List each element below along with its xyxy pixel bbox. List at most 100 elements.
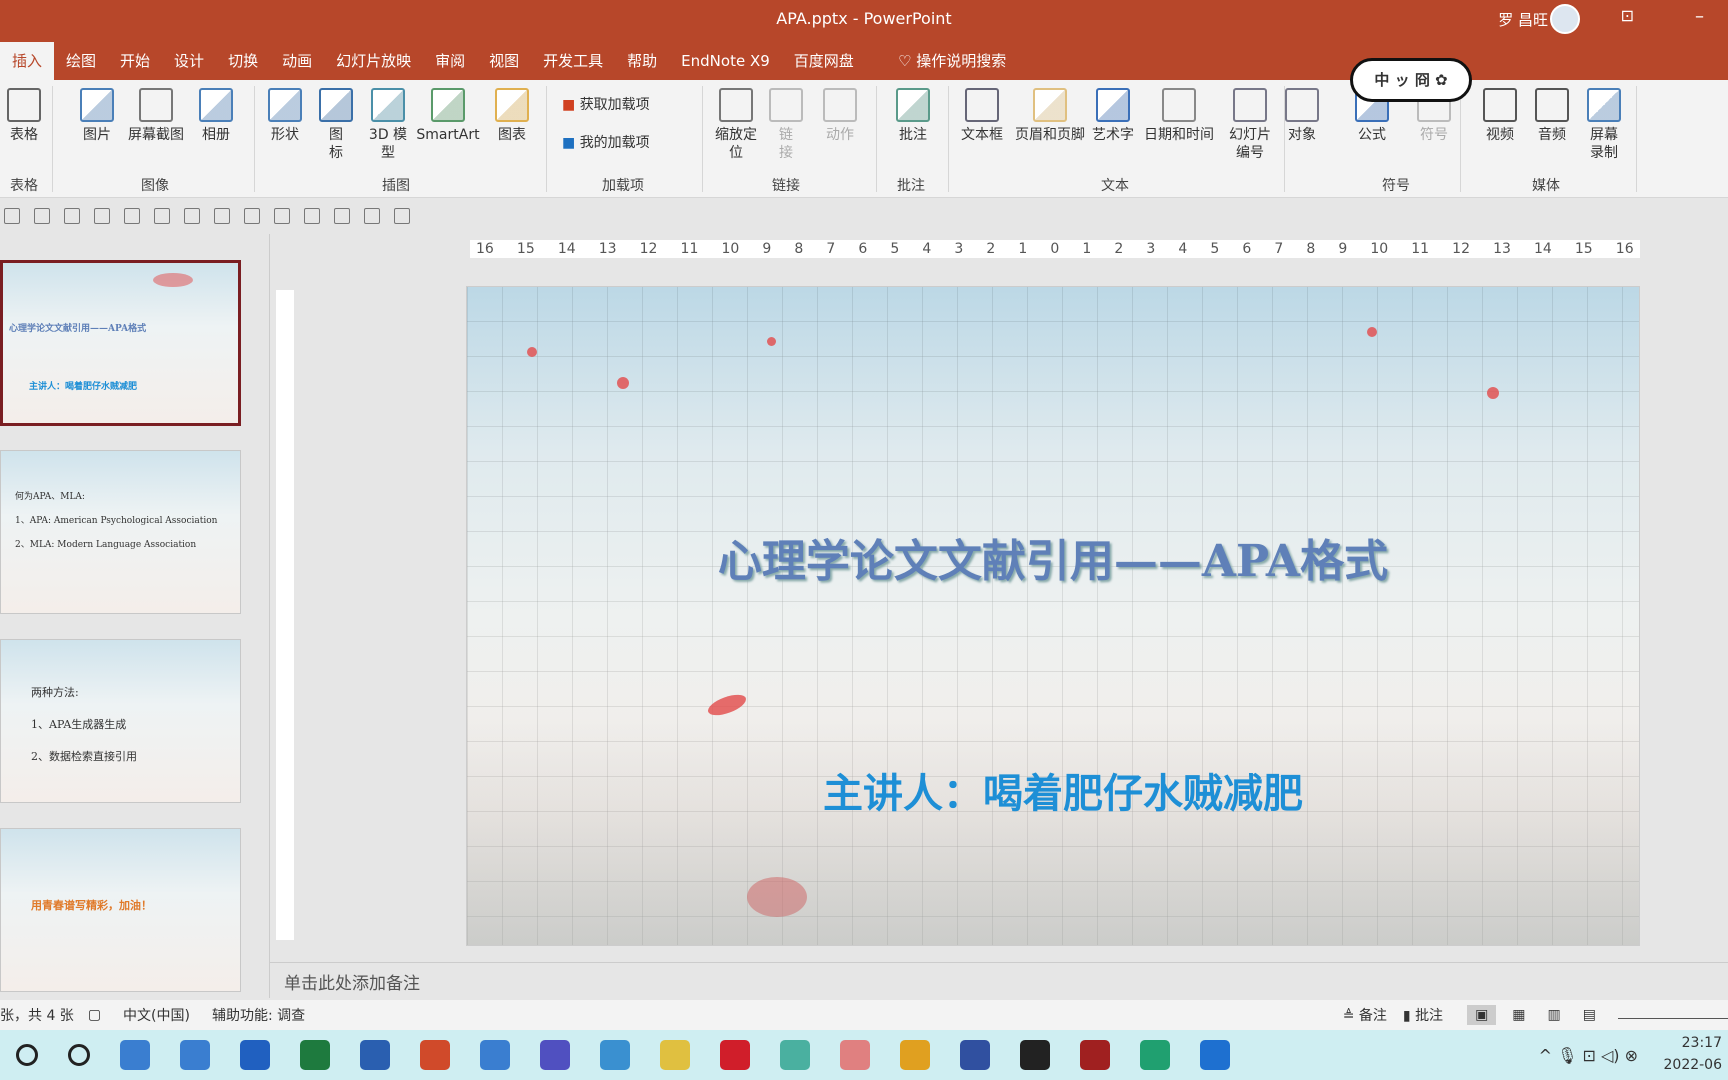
clock[interactable]: 23:17 2022-06 — [1664, 1032, 1723, 1076]
ribbon-button-17[interactable]: 幻灯片 编号 — [1222, 88, 1278, 162]
mathtype-icon[interactable] — [480, 1040, 510, 1070]
tab-10[interactable]: 帮助 — [615, 42, 669, 80]
ruler-tick: 3 — [1146, 241, 1156, 257]
thumbnail-slide-3[interactable]: 两种方法: 1、APA生成器生成 2、数据检索直接引用 — [0, 639, 241, 803]
tab-9[interactable]: 开发工具 — [531, 42, 615, 80]
tab-6[interactable]: 幻灯片放映 — [324, 42, 423, 80]
system-tray-icons[interactable]: ^ 🎙 ⊡ ◁) ⊗ — [1539, 1046, 1638, 1065]
quick-access-icon[interactable] — [4, 208, 20, 224]
user-name[interactable]: 罗 昌旺 — [1498, 9, 1548, 30]
tab-7[interactable]: 审阅 — [423, 42, 477, 80]
mplus-icon[interactable] — [960, 1040, 990, 1070]
slide-canvas[interactable]: 心理学论文文献引用——APA格式 主讲人：喝着肥仔水贼减肥 — [466, 286, 1640, 946]
quick-access-icon[interactable] — [304, 208, 320, 224]
quick-access-icon[interactable] — [184, 208, 200, 224]
tab-2[interactable]: 开始 — [108, 42, 162, 80]
tab-8[interactable]: 视图 — [477, 42, 531, 80]
k-app-icon[interactable] — [1200, 1040, 1230, 1070]
ribbon-button-1[interactable]: 图片 — [76, 88, 118, 144]
powerpoint-icon[interactable] — [420, 1040, 450, 1070]
normal-view-button[interactable]: ▣ — [1467, 1005, 1497, 1025]
ribbon-button-18[interactable]: 对象 — [1280, 88, 1324, 144]
zoom-slider[interactable] — [1618, 1011, 1728, 1019]
tab-12[interactable]: 百度网盘 — [782, 42, 866, 80]
quick-access-icon[interactable] — [214, 208, 230, 224]
ribbon-button-21[interactable]: 视频 — [1478, 88, 1522, 144]
minimize-button[interactable]: – — [1695, 6, 1704, 27]
quick-access-icon[interactable] — [34, 208, 50, 224]
pdf-icon[interactable] — [840, 1040, 870, 1070]
quick-access-icon[interactable] — [394, 208, 410, 224]
zotero-icon[interactable] — [1080, 1040, 1110, 1070]
ribbon-button-15[interactable]: 艺术字 — [1090, 88, 1136, 144]
chrome-icon[interactable] — [900, 1040, 930, 1070]
origin-icon[interactable] — [540, 1040, 570, 1070]
notes-toggle[interactable]: ≜ 备注 — [1343, 1005, 1387, 1025]
tab-1[interactable]: 绘图 — [54, 42, 108, 80]
quick-access-icon[interactable] — [334, 208, 350, 224]
ribbon-button-0[interactable]: 表格 — [2, 88, 46, 144]
ribbon-button-label: 日期和时间 — [1144, 127, 1214, 143]
photos-icon[interactable] — [120, 1040, 150, 1070]
inkscape-icon[interactable] — [1020, 1040, 1050, 1070]
search-icon[interactable] — [16, 1044, 38, 1066]
tab-4[interactable]: 切换 — [216, 42, 270, 80]
slide-subtitle[interactable]: 主讲人：喝着肥仔水贼减肥 — [467, 761, 1639, 819]
ribbon-button-9[interactable]: 缩放定位 — [708, 88, 764, 162]
python-icon[interactable] — [660, 1040, 690, 1070]
ribbon-button-11[interactable]: 动作 — [818, 88, 862, 144]
sway-icon[interactable] — [240, 1040, 270, 1070]
ribbon-button-23[interactable]: 屏幕 录制 — [1582, 88, 1626, 162]
magnifier-icon[interactable] — [600, 1040, 630, 1070]
thumbnail-slide-2[interactable]: 何为APA、MLA: 1、APA: American Psychological… — [0, 450, 241, 614]
quick-access-icon[interactable] — [94, 208, 110, 224]
word-icon[interactable] — [360, 1040, 390, 1070]
addin-button-0[interactable]: ■ 获取加载项 — [562, 96, 650, 114]
youdao-icon[interactable] — [720, 1040, 750, 1070]
ribbon-button-6[interactable]: 3D 模型 — [366, 88, 410, 162]
ribbon-button-13[interactable]: 文本框 — [958, 88, 1006, 144]
tab-3[interactable]: 设计 — [162, 42, 216, 80]
ribbon-button-2[interactable]: 屏幕截图 — [122, 88, 190, 144]
thumbnail-slide-4[interactable]: 用青春谱写精彩，加油！ — [0, 828, 241, 992]
excel-icon[interactable] — [300, 1040, 330, 1070]
ribbon-button-16[interactable]: 日期和时间 — [1140, 88, 1218, 144]
quick-access-icon[interactable] — [364, 208, 380, 224]
avatar[interactable] — [1550, 4, 1580, 34]
thumbnail-slide-1[interactable]: 心理学论文文献引用——APA格式 主讲人：喝着肥仔水贼减肥 — [0, 260, 241, 426]
tab-0[interactable]: 插入 — [0, 42, 55, 80]
ribbon-button-10[interactable]: 链接 — [768, 88, 804, 162]
slide-sorter-button[interactable]: ▦ — [1512, 1007, 1525, 1023]
quick-access-icon[interactable] — [244, 208, 260, 224]
slide-title[interactable]: 心理学论文文献引用——APA格式 — [467, 525, 1639, 589]
tell-me-search[interactable]: ♡ 操作说明搜索 — [898, 50, 1006, 71]
ribbon-button-5[interactable]: 图标 — [318, 88, 354, 162]
ribbon-button-14[interactable]: 页眉和页脚 — [1012, 88, 1088, 144]
quick-access-icon[interactable] — [154, 208, 170, 224]
ribbon-button-4[interactable]: 形状 — [262, 88, 308, 144]
ribbon-button-7[interactable]: SmartArt — [410, 88, 486, 144]
quick-access-icon[interactable] — [64, 208, 80, 224]
spell-check-icon[interactable]: ▢ — [88, 1007, 101, 1023]
accessibility-status[interactable]: 辅助功能: 调查 — [212, 1005, 305, 1025]
comments-toggle[interactable]: ▮ 批注 — [1403, 1005, 1443, 1025]
ribbon-button-3[interactable]: 相册 — [195, 88, 237, 144]
ribbon-button-12[interactable]: 批注 — [890, 88, 936, 144]
notes-pane[interactable]: 单击此处添加备注 — [270, 962, 1728, 998]
ribbon-button-22[interactable]: 音频 — [1530, 88, 1574, 144]
tab-5[interactable]: 动画 — [270, 42, 324, 80]
reading-view-button[interactable]: ▥ — [1548, 1007, 1561, 1023]
addin-button-1[interactable]: ■ 我的加载项 — [562, 134, 650, 152]
language[interactable]: 中文(中国) — [123, 1005, 190, 1025]
tab-11[interactable]: EndNote X9 — [669, 42, 782, 80]
quick-access-icon[interactable] — [274, 208, 290, 224]
restore-icon[interactable]: ⊡ — [1621, 6, 1634, 25]
slideshow-button[interactable]: ▤ — [1583, 1007, 1596, 1023]
floating-widget[interactable]: 中 ッ 冏 ✿ — [1350, 58, 1472, 102]
ribbon-button-8[interactable]: 图表 — [492, 88, 532, 144]
remote-icon[interactable] — [180, 1040, 210, 1070]
quick-access-icon[interactable] — [124, 208, 140, 224]
task-view-icon[interactable] — [68, 1044, 90, 1066]
app-icon[interactable] — [780, 1040, 810, 1070]
mindmaster-icon[interactable] — [1140, 1040, 1170, 1070]
